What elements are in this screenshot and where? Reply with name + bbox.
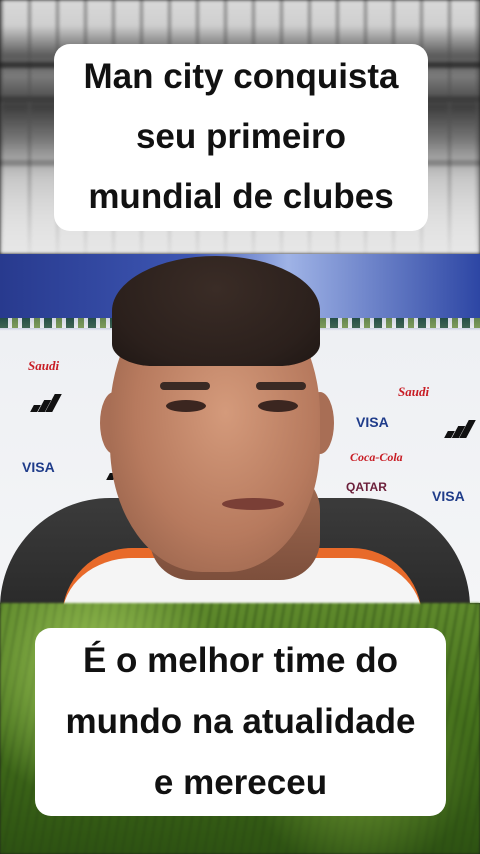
player-eye (258, 400, 298, 412)
headline-caption: Man city conquista seu primeiro mundial … (54, 44, 428, 231)
adidas-logo-icon (444, 420, 476, 438)
player-brow (256, 382, 306, 390)
quote-line-1: É o melhor time do (82, 641, 399, 680)
player-brow (160, 382, 210, 390)
player-eye (166, 400, 206, 412)
player-hair (112, 256, 320, 366)
quote-caption: É o melhor time do mundo na atualidade e… (35, 628, 446, 816)
player-mouth (222, 498, 284, 510)
sponsor-qatar: QATAR (346, 480, 387, 494)
quote-line-2: mundo na atualidade (65, 702, 416, 741)
sponsor-visa-right-1: VISA (356, 414, 389, 430)
headline-line-1: Man city conquista (83, 57, 399, 96)
headline-line-3: mundial de clubes (88, 177, 394, 216)
sponsor-visa-right-2: VISA (432, 488, 465, 504)
quote-line-3: e mereceu (153, 763, 328, 802)
sponsor-coca-cola: Coca-Cola (350, 450, 403, 464)
headline-line-2: seu primeiro (135, 117, 347, 156)
adidas-logo-icon (30, 394, 62, 412)
sponsor-visa-left: VISA (22, 459, 55, 475)
